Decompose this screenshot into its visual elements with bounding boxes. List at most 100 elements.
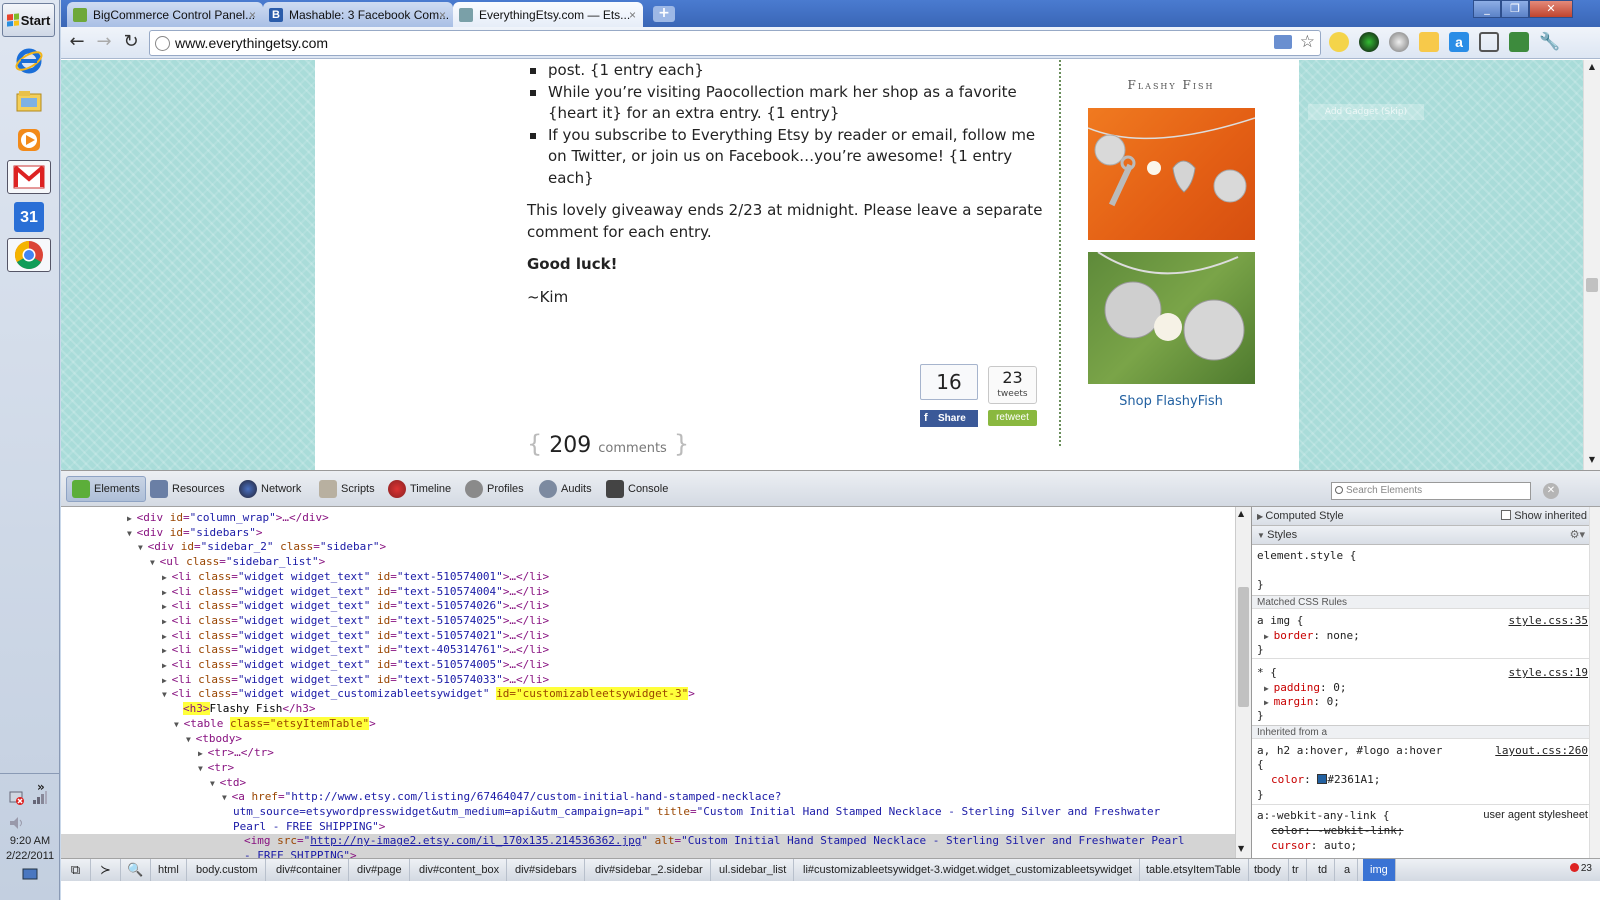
dom-node-widget-text[interactable]: ▶ <li class="widget widget_text" id="tex… [61, 599, 1235, 615]
comments-count[interactable]: { 209 comments } [527, 430, 689, 458]
shop-flashyfish-link[interactable]: Shop FlashyFish [1089, 394, 1253, 409]
dom-tree-scrollbar[interactable]: ▲ ▼ [1235, 507, 1251, 858]
breadcrumb-item[interactable]: div#sidebar_2.sidebar [588, 859, 711, 881]
dom-node-tbody[interactable]: ▼ <tbody> [61, 732, 1235, 748]
google-chrome-icon[interactable] [7, 238, 51, 272]
tab-timeline[interactable]: Timeline [383, 476, 456, 502]
console-toggle-button[interactable]: ≻ [91, 859, 121, 881]
signal-bars-icon[interactable] [32, 790, 48, 807]
dom-tree[interactable]: ▶ <div id="column_wrap">…</div> ▼ <div i… [61, 507, 1235, 858]
css-property[interactable]: ▶ margin: 0; [1264, 695, 1340, 708]
dom-node-widget-text[interactable]: ▶ <li class="widget widget_text" id="tex… [61, 570, 1235, 586]
gmail-icon[interactable] [7, 160, 51, 194]
dom-node-img-selected[interactable]: <img src="http://ny-image2.etsy.com/il_1… [61, 834, 1235, 850]
stylesheet-link[interactable]: style.css:19 [1509, 666, 1588, 679]
breadcrumb-item[interactable]: tbody [1247, 859, 1289, 881]
extension-smiley-icon[interactable] [1329, 32, 1349, 52]
close-devtools-icon[interactable]: ✕ [1543, 483, 1559, 499]
google-calendar-icon[interactable]: 31 [7, 200, 51, 234]
tab-close-icon[interactable]: × [629, 8, 636, 22]
faded-gadget-button[interactable]: Add Gadget (Skip) [1308, 104, 1424, 120]
tab-network[interactable]: Network [234, 476, 306, 502]
dom-node-widget-text[interactable]: ▶ <li class="widget widget_text" id="tex… [61, 614, 1235, 630]
extension-gear-icon[interactable] [1389, 32, 1409, 52]
tab-resources[interactable]: Resources [145, 476, 230, 502]
breadcrumb-item[interactable]: div#content_box [412, 859, 508, 881]
tab-close-icon[interactable]: × [439, 8, 446, 22]
dom-node-widget-text[interactable]: ▶ <li class="widget widget_text" id="tex… [61, 673, 1235, 689]
product-image-necklace-orange[interactable] [1088, 108, 1255, 240]
back-button[interactable]: ← [66, 32, 88, 54]
img-src-link[interactable]: http://ny-image2.etsy.com/il_170x135.214… [310, 834, 641, 847]
internet-explorer-icon[interactable] [7, 44, 51, 78]
breadcrumb-item[interactable]: div#sidebars [508, 859, 585, 881]
breadcrumb-item[interactable]: tr [1285, 859, 1307, 881]
volume-icon[interactable] [9, 816, 25, 833]
breadcrumb-item[interactable]: a [1337, 859, 1359, 881]
close-window-button[interactable]: ✕ [1529, 0, 1573, 18]
breadcrumb-item[interactable]: table.etsyItemTable [1139, 859, 1249, 881]
css-property[interactable]: cursor: auto; [1271, 839, 1357, 852]
breadcrumb-item[interactable]: td [1311, 859, 1336, 881]
tab-audits[interactable]: Audits [534, 476, 597, 502]
show-desktop-icon[interactable] [22, 868, 38, 883]
error-count[interactable]: 23 [1569, 863, 1592, 874]
styles-scrollbar[interactable] [1589, 507, 1600, 858]
minimize-button[interactable]: _ [1473, 0, 1501, 18]
extension-a-icon[interactable]: a [1449, 32, 1469, 52]
breadcrumb-item[interactable]: div#page [350, 859, 410, 881]
dom-scrollbar-thumb[interactable] [1238, 587, 1249, 707]
extension-color-wheel-icon[interactable] [1359, 32, 1379, 52]
color-swatch[interactable] [1317, 774, 1328, 784]
breadcrumb-item[interactable]: ul.sidebar_list [712, 859, 795, 881]
inspect-search-button[interactable]: 🔍 [121, 859, 151, 881]
scroll-down-icon[interactable]: ▼ [1238, 844, 1244, 853]
page-scrollbar[interactable]: ▲ ▼ [1583, 60, 1600, 470]
start-button[interactable]: Start [2, 3, 55, 37]
tab-scripts[interactable]: Scripts [314, 476, 380, 502]
dom-node-widget-text[interactable]: ▶ <li class="widget widget_text" id="tex… [61, 585, 1235, 601]
dom-node-column-wrap[interactable]: ▶ <div id="column_wrap">…</div> [61, 511, 1235, 527]
breadcrumb-item[interactable]: div#container [269, 859, 350, 881]
dock-button[interactable]: ⧉ [61, 859, 91, 881]
dom-node-table[interactable]: ▼ <table class="etsyItemTable"> [61, 716, 1235, 733]
retweet-button[interactable]: retweet [988, 410, 1037, 426]
breadcrumb-item[interactable]: body.custom [189, 859, 266, 881]
breadcrumb-item[interactable]: html [151, 859, 187, 881]
stylesheet-link[interactable]: layout.css:260 [1495, 744, 1588, 757]
scroll-up-icon[interactable]: ▲ [1586, 62, 1598, 74]
scroll-up-icon[interactable]: ▲ [1238, 509, 1244, 518]
computed-style-header[interactable]: ▶ Computed Style Show inherited [1252, 507, 1600, 526]
bookmark-star-icon[interactable]: ☆ [1300, 32, 1315, 52]
stylesheet-link[interactable]: style.css:35 [1509, 614, 1588, 627]
element-style-rule[interactable]: element.style { [1257, 549, 1356, 562]
css-property[interactable]: color: #2361A1; [1271, 773, 1380, 786]
dom-node-widget-text[interactable]: ▶ <li class="widget widget_text" id="tex… [61, 643, 1235, 659]
rule-selector[interactable]: a:-webkit-any-link { [1257, 809, 1389, 822]
maximize-button[interactable]: ❐ [1501, 0, 1529, 18]
tab-console[interactable]: Console [601, 476, 673, 502]
tab-elements[interactable]: Elements [66, 476, 146, 502]
dom-node-etsy-widget[interactable]: ▼ <li class="widget widget_customizablee… [61, 687, 1235, 703]
dom-node-widget-text[interactable]: ▶ <li class="widget widget_text" id="tex… [61, 629, 1235, 645]
dom-node-td[interactable]: ▼ <td> [61, 776, 1235, 792]
extension-evernote-icon[interactable] [1509, 32, 1529, 52]
dom-node-sidebars[interactable]: ▼ <div id="sidebars"> [61, 526, 1235, 542]
dom-node-sidebar-list[interactable]: ▼ <ul class="sidebar_list"> [61, 555, 1235, 571]
extension-screenshot-icon[interactable] [1479, 32, 1499, 52]
extension-bee-icon[interactable] [1419, 32, 1439, 52]
dom-node-widget-text[interactable]: ▶ <li class="widget widget_text" id="tex… [61, 658, 1235, 674]
wrench-menu-icon[interactable]: 🔧 [1539, 32, 1560, 52]
page-scrollbar-thumb[interactable] [1586, 278, 1598, 292]
dom-node-h3[interactable]: <h3>Flashy Fish</h3> [61, 702, 1235, 717]
scroll-down-icon[interactable]: ▼ [1586, 455, 1598, 467]
styles-header[interactable]: ▼ Styles ⚙▾ [1252, 526, 1600, 545]
show-inherited-checkbox[interactable]: Show inherited [1501, 507, 1587, 525]
tab-close-icon[interactable]: × [249, 8, 256, 22]
network-warning-icon[interactable] [9, 790, 25, 809]
css-property[interactable]: ▶ padding: 0; [1264, 681, 1347, 694]
search-elements-input[interactable]: Search Elements [1331, 482, 1531, 500]
product-image-necklace-green[interactable] [1088, 252, 1255, 384]
dom-node-a[interactable]: ▼ <a href="http://www.etsy.com/listing/6… [61, 790, 1235, 806]
rule-selector[interactable]: a, h2 a:hover, #logo a:hover [1257, 744, 1442, 757]
